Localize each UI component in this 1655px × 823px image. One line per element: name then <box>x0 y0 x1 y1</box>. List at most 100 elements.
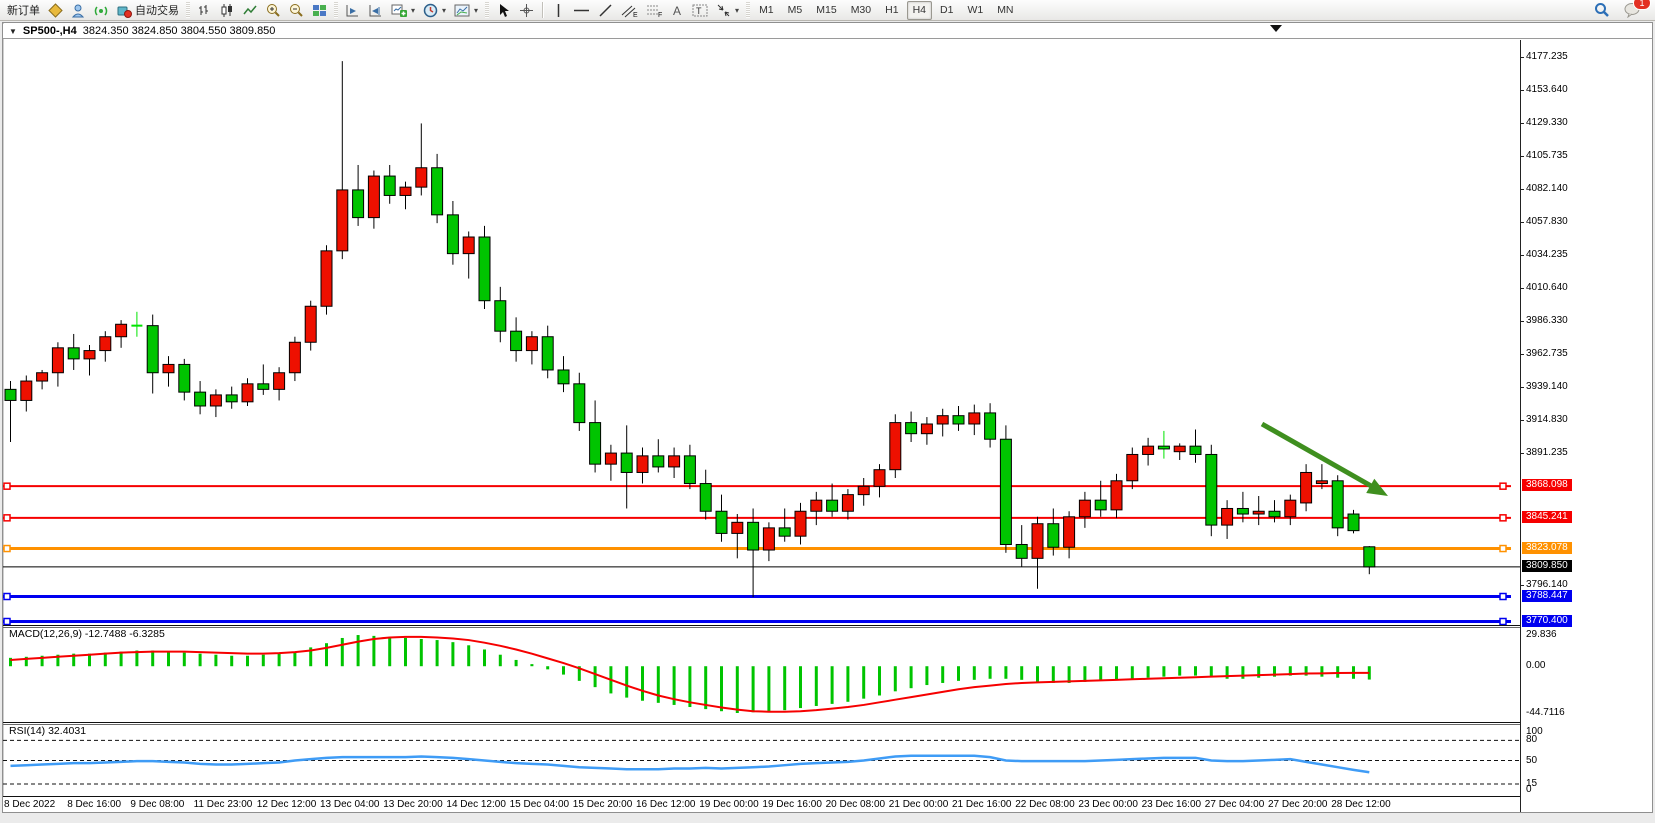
auto-trading-button[interactable]: 自动交易 <box>113 0 183 20</box>
line-handle[interactable] <box>1500 594 1506 600</box>
new-chart-button[interactable]: ▾ <box>387 0 419 20</box>
text-label-tool-icon[interactable]: T <box>688 0 712 20</box>
candle-body <box>37 373 48 381</box>
line-handle[interactable] <box>4 619 10 625</box>
line-handle[interactable] <box>4 483 10 489</box>
candle-body <box>1079 500 1090 517</box>
chart-title-bar: ▼ SP500-,H4 3824.350 3824.850 3804.550 3… <box>3 24 1652 39</box>
timeframe-strip: M1M5M15M30H1H4D1W1MN <box>753 1 1019 20</box>
dropdown-arrow-icon: ▾ <box>735 6 739 15</box>
line-handle[interactable] <box>4 546 10 552</box>
channel-tool-icon[interactable]: E <box>617 0 642 20</box>
line-handle[interactable] <box>1500 619 1506 625</box>
time-axis-label: 21 Dec 00:00 <box>889 799 949 810</box>
signal-icon[interactable] <box>90 0 113 20</box>
templates-button[interactable]: ▾ <box>450 0 482 20</box>
new-order-button[interactable]: 新订单 <box>3 0 44 20</box>
candle-body <box>84 351 95 359</box>
bar-chart-mode-icon[interactable] <box>193 0 216 20</box>
candle-body <box>258 384 269 390</box>
timeframe-button-m30[interactable]: M30 <box>845 1 877 20</box>
rsi-indicator-canvas[interactable] <box>3 724 1520 796</box>
candle-body <box>590 423 601 465</box>
zoom-in-icon[interactable] <box>262 0 285 20</box>
trendline-tool-icon[interactable] <box>594 0 617 20</box>
vertical-line-tool-icon[interactable] <box>548 0 569 20</box>
line-handle[interactable] <box>1500 483 1506 489</box>
time-axis-label: 8 Dec 2022 <box>4 799 55 810</box>
step-back-icon[interactable] <box>341 0 364 20</box>
timeframe-button-d1[interactable]: D1 <box>934 1 959 20</box>
timeframe-button-mn[interactable]: MN <box>991 1 1019 20</box>
time-axis-label: 11 Dec 23:00 <box>194 799 253 810</box>
candle-body <box>574 384 585 423</box>
candle-body <box>1064 517 1075 547</box>
candle-body <box>526 337 537 351</box>
notification-badge: 1 <box>1633 0 1651 10</box>
main-toolbar: 新订单 自动交易 <box>0 0 1655 21</box>
line-handle[interactable] <box>4 594 10 600</box>
tile-windows-icon[interactable] <box>308 0 331 20</box>
price-chart-canvas[interactable] <box>3 40 1520 625</box>
candle-body <box>368 176 379 218</box>
candle-body <box>858 486 869 494</box>
candle-body <box>937 416 948 424</box>
candlestick-mode-icon[interactable] <box>216 0 239 20</box>
accounts-icon[interactable] <box>67 0 90 20</box>
candle-body <box>1032 524 1043 559</box>
line-chart-mode-icon[interactable] <box>239 0 262 20</box>
dropdown-arrow-icon: ▾ <box>474 6 478 15</box>
trend-arrow-head <box>1366 479 1388 496</box>
rsi-axis-tick: 0 <box>1526 784 1532 795</box>
candle-body <box>21 381 32 400</box>
timeframe-button-m5[interactable]: M5 <box>782 1 809 20</box>
time-axis-label: 15 Dec 04:00 <box>510 799 570 810</box>
candle-body <box>542 337 553 370</box>
price-line-tag: 3823.078 <box>1522 542 1572 554</box>
chart-collapse-icon[interactable]: ▼ <box>9 27 17 36</box>
cursor-tool-icon[interactable] <box>492 0 515 20</box>
candle-body <box>763 528 774 550</box>
timeframe-button-h4[interactable]: H4 <box>907 1 932 20</box>
svg-text:T: T <box>696 6 702 16</box>
step-forward-icon[interactable] <box>364 0 387 20</box>
timeframe-button-m1[interactable]: M1 <box>753 1 780 20</box>
candle-body <box>1127 454 1138 480</box>
candle-body <box>748 522 759 550</box>
line-handle[interactable] <box>1500 546 1506 552</box>
candle-body <box>732 522 743 533</box>
time-axis-label: 9 Dec 08:00 <box>130 799 184 810</box>
macd-axis-tick: 0.00 <box>1526 660 1545 671</box>
price-axis-tick: 4010.640 <box>1526 282 1568 293</box>
timeframe-button-w1[interactable]: W1 <box>961 1 989 20</box>
candle-body <box>353 190 364 218</box>
candle-body <box>1143 446 1154 454</box>
candle-body <box>432 168 443 215</box>
candle-body <box>226 395 237 402</box>
horizontal-line-tool-icon[interactable] <box>569 0 594 20</box>
line-handle[interactable] <box>4 515 10 521</box>
candle-body <box>621 453 632 472</box>
price-axis-tick: 4105.735 <box>1526 150 1568 161</box>
candle-body <box>1095 500 1106 510</box>
price-axis-tick: 4129.330 <box>1526 117 1568 128</box>
text-tool-icon[interactable]: A <box>667 0 688 20</box>
candle-body <box>1174 446 1185 452</box>
macd-indicator-canvas[interactable] <box>3 627 1520 721</box>
chart-ohlc-values: 3824.350 3824.850 3804.550 3809.850 <box>83 25 276 37</box>
timeframe-button-h1[interactable]: H1 <box>879 1 904 20</box>
periods-button[interactable]: ▾ <box>419 0 450 20</box>
crosshair-tool-icon[interactable] <box>515 0 538 20</box>
line-handle[interactable] <box>1500 515 1506 521</box>
market-watch-icon[interactable] <box>44 0 67 20</box>
arrows-tool-button[interactable]: ▾ <box>712 0 743 20</box>
candle-body <box>716 511 727 533</box>
search-icon[interactable] <box>1590 0 1614 20</box>
timeframe-button-m15[interactable]: M15 <box>810 1 842 20</box>
time-axis-label: 27 Dec 20:00 <box>1268 799 1328 810</box>
candle-body <box>116 324 127 336</box>
zoom-out-icon[interactable] <box>285 0 308 20</box>
scroll-to-end-marker[interactable] <box>1270 25 1282 32</box>
notifications-button[interactable]: 1 <box>1620 0 1645 20</box>
fibonacci-tool-icon[interactable]: F <box>642 0 667 20</box>
